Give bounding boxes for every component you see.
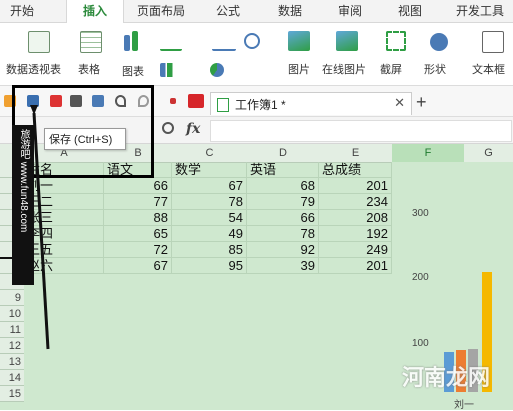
zoom-search-icon[interactable] [162, 122, 174, 134]
cell-math[interactable]: 49 [172, 226, 247, 242]
scatter-chart-icon[interactable] [212, 35, 236, 51]
annotation-tick-line [0, 257, 12, 259]
row-header-10[interactable]: 10 [0, 306, 24, 322]
chart-tick-300: 300 [412, 208, 429, 219]
document-title: 工作簿1 * [235, 98, 286, 112]
cell-chinese[interactable]: 88 [104, 210, 172, 226]
table-icon[interactable] [80, 31, 102, 53]
customize-dropdown-icon[interactable] [170, 98, 176, 104]
picture-button[interactable]: 图片 [288, 61, 310, 77]
cell-e1[interactable]: 总成绩 [319, 162, 392, 178]
row-header-12[interactable]: 12 [0, 338, 24, 354]
cell-math[interactable]: 78 [172, 194, 247, 210]
row-header-13[interactable]: 13 [0, 354, 24, 370]
cell-english[interactable]: 78 [247, 226, 319, 242]
cell-chinese[interactable]: 66 [104, 178, 172, 194]
textbox-icon[interactable] [482, 31, 504, 53]
ribbon-insert-panel: 数据透视表 表格 图表 图片 在线图片 截屏 形状 文本框 [0, 23, 513, 86]
column-header-f[interactable]: F [392, 144, 465, 163]
cell-math[interactable]: 95 [172, 258, 247, 274]
tab-developer[interactable]: 开发工具 [450, 0, 510, 22]
tab-formulas[interactable]: 公式 [208, 0, 248, 22]
chart-button[interactable]: 图表 [122, 63, 144, 79]
document-tab[interactable]: 工作簿1 * ✕ [210, 92, 412, 115]
chart-tick-200: 200 [412, 272, 429, 283]
cell-chinese[interactable]: 65 [104, 226, 172, 242]
cell-english[interactable]: 79 [247, 194, 319, 210]
column-header-d[interactable]: D [247, 144, 320, 163]
cell-chinese[interactable]: 67 [104, 258, 172, 274]
online-picture-button[interactable]: 在线图片 [322, 61, 366, 77]
shape-button[interactable]: 形状 [424, 61, 446, 77]
radar-chart-icon[interactable] [244, 33, 260, 49]
cell-total[interactable]: 208 [319, 210, 392, 226]
function-fx-button[interactable]: fx [186, 121, 200, 137]
cell-total[interactable]: 249 [319, 242, 392, 258]
row-header-9[interactable]: 9 [0, 290, 24, 306]
cell-chinese[interactable]: 77 [104, 194, 172, 210]
cell-total[interactable]: 201 [319, 178, 392, 194]
chart-tick-100: 100 [412, 338, 429, 349]
table-button[interactable]: 表格 [78, 61, 100, 77]
row-header-14[interactable]: 14 [0, 370, 24, 386]
cell-total[interactable]: 234 [319, 194, 392, 210]
site-watermark: 河南龙网 [402, 365, 491, 390]
ribbon-tab-bar: 开始 插入 页面布局 公式 数据 审阅 视图 开发工具 [0, 0, 513, 23]
chart-bar-icon-2 [132, 31, 138, 51]
pivot-table-button[interactable]: 数据透视表 [6, 61, 61, 77]
line-chart-icon[interactable] [160, 37, 182, 51]
close-tab-icon[interactable]: ✕ [394, 95, 405, 111]
tab-start[interactable]: 开始 [0, 0, 44, 22]
column-header-c[interactable]: C [172, 144, 248, 163]
picture-icon[interactable] [288, 31, 310, 51]
wps-logo-icon[interactable] [188, 94, 204, 108]
new-tab-icon[interactable]: + [416, 92, 427, 113]
cell-math[interactable]: 54 [172, 210, 247, 226]
tab-review[interactable]: 审阅 [330, 0, 370, 22]
column-chart-icon[interactable] [160, 63, 178, 77]
row-header-15[interactable]: 15 [0, 386, 24, 402]
cell-english[interactable]: 92 [247, 242, 319, 258]
cell-math[interactable]: 85 [172, 242, 247, 258]
cell-english[interactable]: 66 [247, 210, 319, 226]
pivot-table-icon[interactable] [28, 31, 50, 53]
cell-chinese[interactable]: 72 [104, 242, 172, 258]
column-header-e[interactable]: E [319, 144, 393, 163]
cell-total[interactable]: 192 [319, 226, 392, 242]
shape-icon[interactable] [430, 33, 448, 51]
tab-view[interactable]: 视图 [390, 0, 430, 22]
textbox-button[interactable]: 文本框 [472, 61, 505, 77]
cell-d1[interactable]: 英语 [247, 162, 319, 178]
spreadsheet-doc-icon [217, 98, 229, 112]
screenshot-button[interactable]: 截屏 [380, 61, 402, 77]
column-header-g[interactable]: G [464, 144, 513, 163]
online-picture-icon[interactable] [336, 31, 358, 51]
pie-chart-icon[interactable] [210, 63, 224, 77]
cell-total[interactable]: 201 [319, 258, 392, 274]
row-header-11[interactable]: 11 [0, 322, 24, 338]
cell-english[interactable]: 68 [247, 178, 319, 194]
chart-category-label: 刘一 [454, 400, 474, 411]
cell-math[interactable]: 67 [172, 178, 247, 194]
tab-page-layout[interactable]: 页面布局 [128, 0, 194, 22]
save-tooltip: 保存 (Ctrl+S) [44, 128, 126, 150]
cell-c1[interactable]: 数学 [172, 162, 247, 178]
screenshot-icon[interactable] [386, 31, 406, 51]
chart-bar-icon[interactable] [124, 35, 130, 51]
cell-english[interactable]: 39 [247, 258, 319, 274]
tab-insert[interactable]: 插入 [66, 0, 124, 23]
tab-data[interactable]: 数据 [270, 0, 310, 22]
formula-input[interactable] [210, 120, 512, 142]
